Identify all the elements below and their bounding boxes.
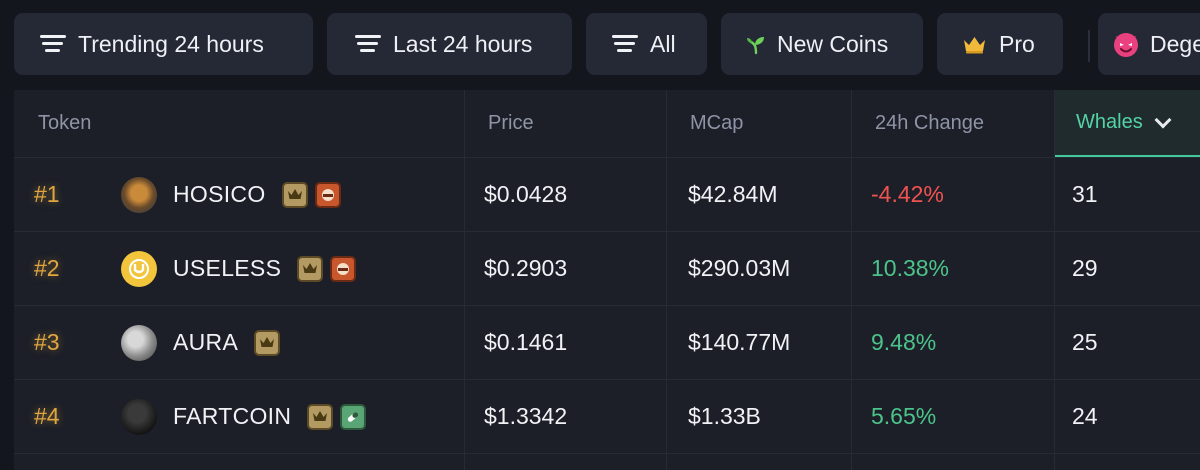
token-cell: #4 FARTCOIN (14, 380, 464, 453)
filter-degen-button[interactable]: Degen (1098, 13, 1200, 75)
filter-label: Degen (1150, 30, 1200, 57)
filter-lines-icon (355, 34, 381, 54)
filter-trending-24h-button[interactable]: Trending 24 hours (14, 13, 313, 75)
token-cell: #3 AURA (14, 306, 464, 379)
filter-new-coins-button[interactable]: New Coins (721, 13, 923, 75)
token-name: HOSICO (173, 181, 266, 207)
token-name: AURA (173, 329, 239, 355)
filter-all-button[interactable]: All (586, 13, 707, 75)
column-divider (666, 90, 667, 470)
crown-badge-icon (281, 181, 308, 208)
column-divider (464, 90, 465, 470)
token-cell: #2 USELESS (14, 232, 464, 305)
crown-badge-icon (254, 329, 281, 356)
token-avatar-hosico (121, 176, 157, 213)
filter-label: Last 24 hours (393, 30, 533, 57)
token-table: Token Price MCap 24h Change Whales #1 HO… (14, 90, 1200, 470)
table-row[interactable]: #1 HOSICO $0.0428 $42.84M -4.42% 31 (14, 158, 1200, 232)
pill-badge-icon (340, 403, 367, 430)
mcap-cell: $140.77M (688, 329, 791, 355)
price-cell: $0.1461 (484, 329, 568, 355)
sprout-icon (745, 33, 767, 55)
column-header-token[interactable]: Token (14, 90, 464, 157)
price-cell: $0.2903 (484, 255, 568, 281)
whales-cell: 24 (1072, 403, 1098, 429)
crown-badge-icon (297, 255, 324, 282)
token-avatar-useless (121, 250, 157, 287)
filter-lines-icon (40, 34, 66, 54)
change-cell: 5.65% (871, 403, 937, 429)
header-label: MCap (690, 112, 744, 134)
token-name: USELESS (173, 255, 282, 281)
filter-last-24h-button[interactable]: Last 24 hours (327, 13, 572, 75)
filter-pro-button[interactable]: Pro (937, 13, 1063, 75)
filter-label: New Coins (777, 30, 889, 57)
sort-chevron-down-icon (1154, 111, 1172, 128)
column-header-price[interactable]: Price (464, 90, 666, 157)
mcap-cell: $1.33B (688, 403, 761, 429)
change-cell: -4.42% (871, 181, 944, 207)
header-label: Price (488, 112, 534, 134)
rank-label: #1 (34, 181, 60, 207)
filter-bar: Trending 24 hours Last 24 hours All New … (0, 0, 1200, 90)
whales-cell: 31 (1072, 181, 1098, 207)
header-label: 24h Change (875, 112, 984, 134)
table-row[interactable]: #3 AURA $0.1461 $140.77M 9.48% 25 (14, 306, 1200, 380)
column-header-whales[interactable]: Whales (1054, 90, 1200, 157)
rank-label: #4 (34, 403, 60, 429)
table-header-row: Token Price MCap 24h Change Whales (14, 90, 1200, 158)
crown-icon (962, 34, 987, 54)
filter-label: All (650, 30, 676, 57)
price-cell: $1.3342 (484, 403, 568, 429)
token-cell: #1 HOSICO (14, 158, 464, 231)
change-cell: 9.48% (871, 329, 937, 355)
pumpfun-badge-icon (314, 181, 341, 208)
header-label: Token (38, 112, 92, 134)
token-avatar-aura (121, 324, 157, 361)
price-cell: $0.0428 (484, 181, 568, 207)
filter-label: Trending 24 hours (78, 30, 264, 57)
header-label: Whales (1076, 111, 1143, 133)
rank-label: #2 (34, 255, 60, 281)
rank-label: #3 (34, 329, 60, 355)
column-divider (851, 90, 852, 470)
token-avatar-fartcoin (121, 398, 157, 435)
filter-label: Pro (999, 30, 1035, 57)
crown-badge-icon (307, 403, 334, 430)
table-row[interactable]: #2 USELESS $0.2903 $290.03M 10.38% 29 (14, 232, 1200, 306)
filter-divider (1088, 30, 1090, 62)
change-cell: 10.38% (871, 255, 950, 281)
column-header-mcap[interactable]: MCap (666, 90, 851, 157)
filter-lines-icon (612, 34, 638, 54)
table-row[interactable]: #4 FARTCOIN $1.3342 $1.33B 5.65% 24 (14, 380, 1200, 454)
mcap-cell: $42.84M (688, 181, 778, 207)
pumpfun-badge-icon (330, 255, 357, 282)
whales-cell: 25 (1072, 329, 1098, 355)
column-header-change[interactable]: 24h Change (851, 90, 1054, 157)
mcap-cell: $290.03M (688, 255, 791, 281)
column-divider (1054, 90, 1055, 470)
token-name: FARTCOIN (173, 403, 292, 429)
devil-icon (1112, 30, 1140, 58)
whales-cell: 29 (1072, 255, 1098, 281)
